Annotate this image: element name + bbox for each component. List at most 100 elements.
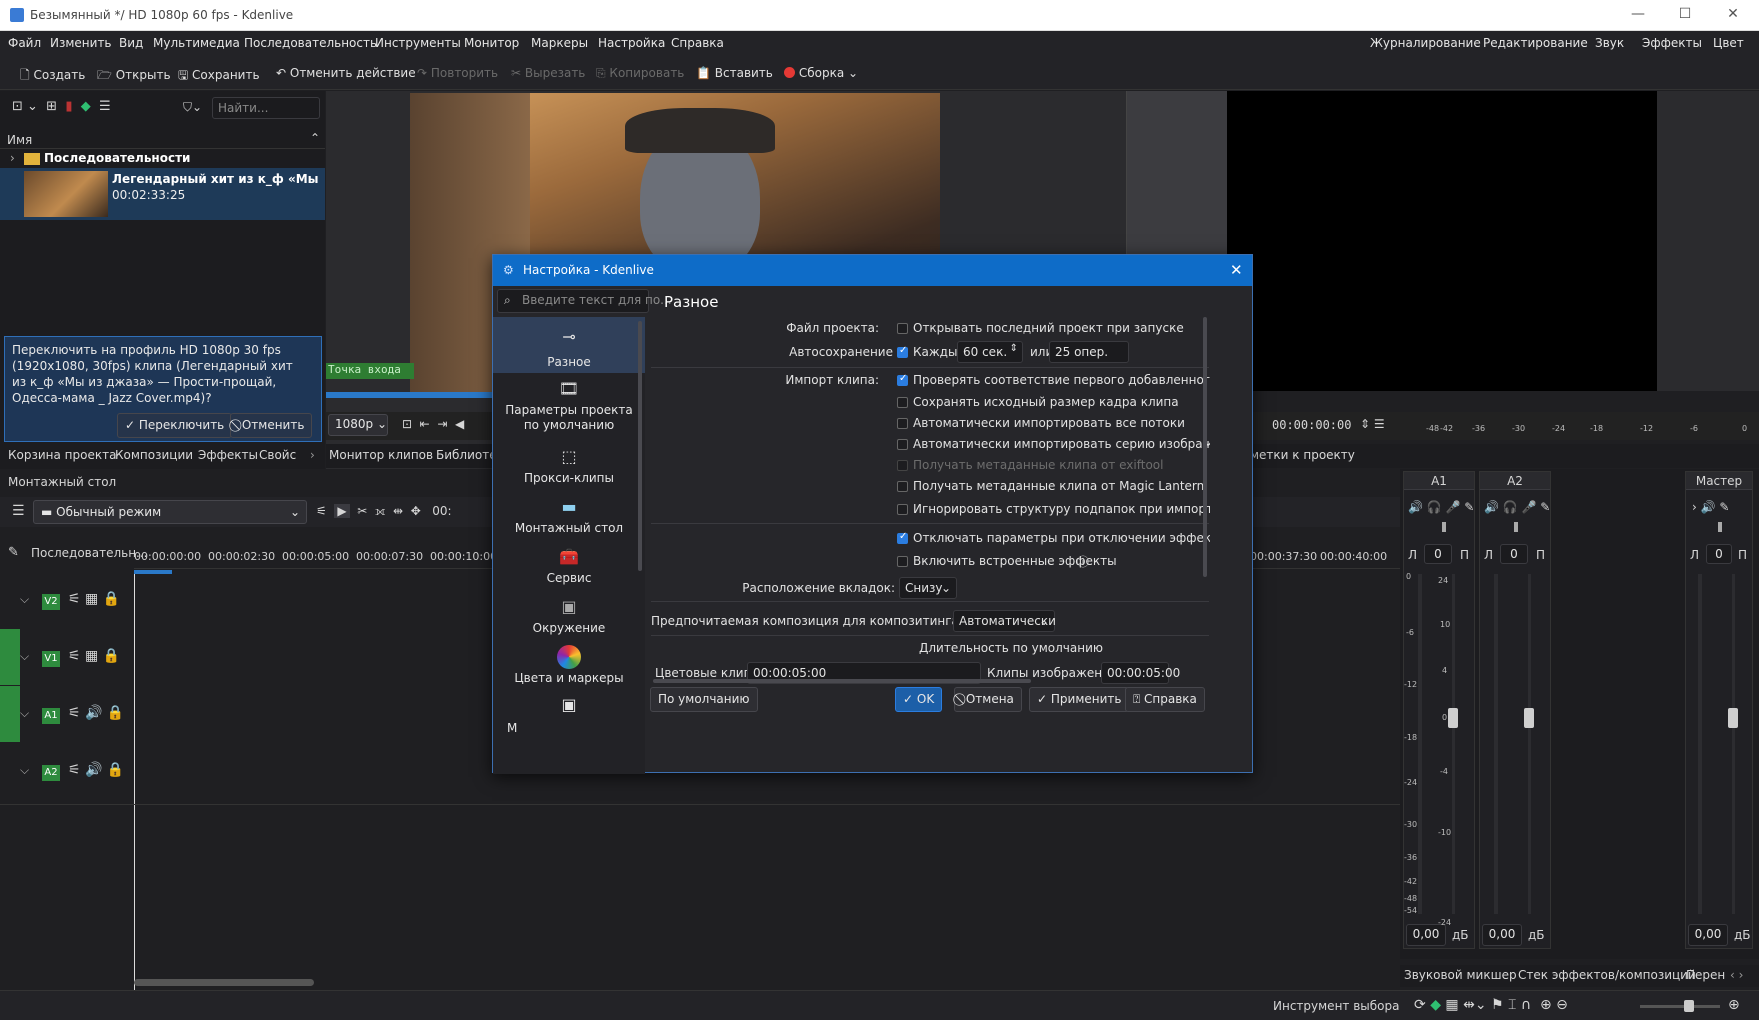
track-collapse-icon[interactable]: ⌵	[20, 706, 29, 721]
import-opt-5-checkbox[interactable]	[897, 481, 908, 492]
timecode-spin-icon[interactable]: ⇕ ☰	[1360, 417, 1385, 431]
disable-params-checkbox[interactable]	[897, 531, 908, 544]
new-button[interactable]: 🗋 Создать	[20, 66, 85, 87]
autosave-seconds-spin[interactable]: 60 сек. ⇕	[957, 341, 1023, 363]
menu-tools[interactable]: Инструменты	[375, 36, 461, 50]
autosave-checkbox[interactable]	[897, 345, 908, 358]
track-label-v2[interactable]: V2	[42, 594, 60, 610]
paste-button[interactable]: 📋 Вставить	[696, 66, 773, 80]
track-collapse-icon[interactable]: ⌵	[20, 592, 29, 607]
bin-folder-sequences[interactable]: Последовательности	[44, 151, 190, 165]
tab-effects[interactable]: Эффекты	[198, 448, 258, 462]
category-proxy[interactable]: Прокси-клипы	[493, 471, 645, 485]
menu-file[interactable]: Файл	[8, 36, 41, 50]
save-button[interactable]: 🖫 Сохранить	[178, 66, 260, 87]
composition-select[interactable]: Автоматически ⌄	[953, 610, 1056, 632]
bin-toolbar-icons[interactable]: ⊡ ⌄ ⊞ ▮ ◆ ☰	[12, 99, 111, 114]
menu-media[interactable]: Мультимедиа	[153, 36, 240, 50]
ok-button[interactable]: ✓ OK	[895, 687, 943, 712]
timeline-scrollbar[interactable]	[134, 979, 314, 986]
track-v1-controls-icons[interactable]: ⚟ ▦ 🔒	[68, 648, 120, 664]
channel-a1-controls-icons[interactable]: 🔊 🎧 🎤 ✎	[1408, 500, 1474, 514]
track-collapse-icon[interactable]: ⌵	[20, 763, 29, 778]
category-more[interactable]: М	[493, 721, 645, 735]
track-v1[interactable]: ⌵ V1 ⚟ ▦ 🔒	[0, 629, 135, 685]
menu-edit[interactable]: Изменить	[50, 36, 112, 50]
layout-effects[interactable]: Эффекты	[1642, 36, 1702, 50]
timeline-mode-select[interactable]: ▬ Обычный режим ⌄	[33, 500, 307, 524]
track-a2[interactable]: ⌵ A2 ⚟ 🔊 🔒	[0, 743, 135, 799]
import-opt-3-checkbox[interactable]	[897, 439, 908, 450]
category-environment[interactable]: Окружение	[493, 621, 645, 635]
category-scrollbar[interactable]	[638, 321, 642, 571]
minimize-icon[interactable]: —	[1618, 6, 1658, 22]
category-tools[interactable]: Сервис	[493, 571, 645, 585]
settings-scrollbar-v[interactable]	[1203, 317, 1207, 577]
menu-settings[interactable]: Настройка	[598, 36, 665, 50]
menu-help[interactable]: Справка	[671, 36, 724, 50]
filter-icon[interactable]: ⛉⌄	[183, 100, 202, 115]
channel-a2-balance[interactable]: 0	[1500, 544, 1528, 564]
tab-position-select[interactable]: Снизу ⌄	[899, 577, 957, 599]
zoom-slider-track[interactable]	[1640, 1005, 1720, 1008]
layout-logging[interactable]: Журналирование	[1370, 36, 1481, 50]
info-icon[interactable]: ⓘ	[1077, 553, 1089, 570]
tabs-scroll-icon[interactable]: ›	[310, 448, 315, 462]
track-v2-controls-icons[interactable]: ⚟ ▦ 🔒	[68, 591, 120, 607]
track-label-a1[interactable]: A1	[42, 708, 60, 724]
close-icon[interactable]: ✕	[1713, 6, 1753, 22]
redo-button[interactable]: ↷ Повторить	[417, 66, 498, 80]
channel-master-fader[interactable]	[1728, 708, 1738, 728]
cancel-profile-button[interactable]: ⃠ Отменить	[230, 413, 313, 438]
menu-markers[interactable]: Маркеры	[531, 36, 588, 50]
category-project-defaults[interactable]: Параметры проекта по умолчанию	[493, 403, 645, 433]
bin-search-input[interactable]: Найти...	[212, 97, 320, 119]
tab-audio-mixer[interactable]: Звуковой микшер	[1404, 968, 1517, 982]
track-v2[interactable]: ⌵ V2 ⚟ ▦ 🔒	[0, 572, 135, 628]
channel-master-balance[interactable]: 0	[1706, 544, 1732, 564]
help-button[interactable]: ⍰ Справка	[1125, 687, 1205, 712]
import-opt-1-checkbox[interactable]	[897, 397, 908, 408]
status-toolbar-icons[interactable]: ⟳ ◆ ▦ ⇹⌄ ⚑ ⌶ ∩ ⊕ ⊖	[1414, 997, 1568, 1013]
import-opt-2-checkbox[interactable]	[897, 418, 908, 429]
image-clips-input[interactable]: 00:00:05:00	[1101, 662, 1180, 684]
timeline-tool-icons[interactable]: ⚟ ▶ ✂ ⟗ ⇹ ✥ 00:	[316, 504, 452, 519]
sequence-wand-icon[interactable]: ✎	[8, 545, 19, 560]
layout-editing[interactable]: Редактирование	[1483, 36, 1588, 50]
tab-effect-stack[interactable]: Стек эффектов/композиций	[1518, 968, 1696, 982]
channel-a1-fader[interactable]	[1448, 708, 1458, 728]
track-a1-controls-icons[interactable]: ⚟ 🔊 🔒	[68, 705, 124, 721]
channel-master-balance-slider[interactable]	[1718, 522, 1722, 532]
channel-master-volume[interactable]: 0,00	[1688, 924, 1728, 946]
channel-a1-balance-slider[interactable]	[1442, 522, 1446, 532]
timeline-zone[interactable]	[134, 570, 172, 574]
channel-a1-volume[interactable]: 0,00	[1406, 924, 1446, 946]
autosave-ops-spin[interactable]: 25 опер.	[1049, 341, 1129, 363]
dialog-close-icon[interactable]: ✕	[1230, 261, 1243, 279]
monitor-zone-bar[interactable]	[326, 392, 496, 398]
track-a2-controls-icons[interactable]: ⚟ 🔊 🔒	[68, 762, 124, 778]
import-opt-0-checkbox[interactable]	[897, 373, 908, 386]
menu-monitor[interactable]: Монитор	[464, 36, 519, 50]
track-label-v1[interactable]: V1	[42, 651, 60, 667]
channel-master-controls-icons[interactable]: › 🔊 ✎	[1692, 500, 1729, 514]
tab-library[interactable]: Библиоте	[436, 448, 497, 462]
import-opt-4-checkbox[interactable]	[897, 460, 908, 471]
bin-column-name[interactable]: Имя	[7, 133, 32, 147]
zoom-in-icon[interactable]: ⊕	[1728, 997, 1740, 1013]
open-button[interactable]: 🗁 Открыть	[97, 66, 171, 87]
project-timecode[interactable]: 00:00:00:00	[1272, 418, 1351, 432]
zoom-slider-handle[interactable]	[1684, 1000, 1694, 1012]
tab-properties[interactable]: Свойс	[259, 448, 296, 462]
undo-button[interactable]: ↶ Отменить действие	[276, 66, 416, 80]
monitor-tool-icons[interactable]: ⊡ ⇤ ⇥ ◀	[402, 417, 464, 431]
channel-a2-balance-slider[interactable]	[1514, 522, 1518, 532]
category-misc[interactable]: Разное	[493, 355, 645, 369]
sort-chevron-icon[interactable]: ⌃	[310, 131, 320, 145]
tab-compositions[interactable]: Композиции	[115, 448, 193, 462]
builtin-effects-checkbox[interactable]	[897, 556, 908, 567]
layout-audio[interactable]: Звук	[1595, 36, 1624, 50]
defaults-button[interactable]: По умолчанию	[650, 687, 758, 712]
render-button[interactable]: Сборка ⌄	[784, 66, 858, 80]
category-colors[interactable]: Цвета и маркеры	[493, 671, 645, 685]
